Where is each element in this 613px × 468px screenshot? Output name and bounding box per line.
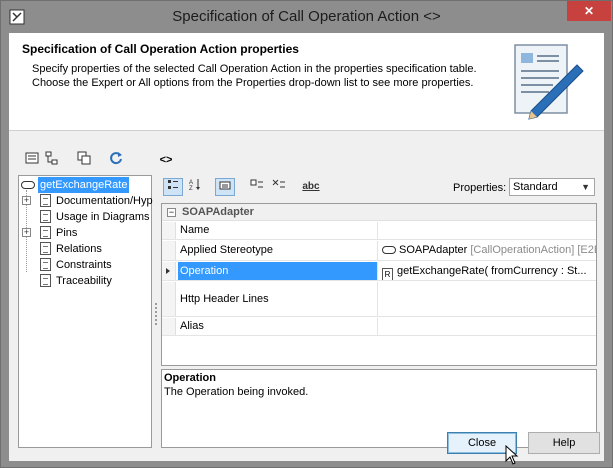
- description-text: The Operation being invoked.: [164, 386, 309, 398]
- back-forward-button[interactable]: <>: [155, 151, 177, 169]
- document-icon: [40, 210, 51, 223]
- operation-icon: R: [382, 268, 393, 280]
- spell-check-button[interactable]: abc: [301, 178, 321, 196]
- expand-all-icon[interactable]: [247, 178, 267, 196]
- tree-item-label: Usage in Diagrams: [56, 211, 150, 223]
- window-close-button[interactable]: ✕: [567, 1, 611, 21]
- header-panel: Specification of Call Operation Action p…: [9, 33, 604, 131]
- table-row[interactable]: Http Header Lines: [162, 282, 596, 317]
- property-value[interactable]: [379, 318, 596, 335]
- window-title: Specification of Call Operation Action <…: [172, 8, 441, 25]
- collapse-all-icon[interactable]: [269, 178, 289, 196]
- document-icon: [40, 194, 51, 207]
- tree-item-label: Relations: [56, 243, 102, 255]
- call-action-icon: [21, 181, 35, 189]
- specification-dialog: Specification of Call Operation Action <…: [0, 0, 613, 468]
- property-value[interactable]: [379, 222, 596, 239]
- group-label: SOAPAdapter: [182, 206, 254, 218]
- stereotype-extra: [CallOperationAction] [E2E: [467, 244, 596, 256]
- mouse-cursor-icon: [505, 445, 519, 465]
- tree-item-traceability[interactable]: Traceability: [19, 273, 151, 289]
- stereotype-name: SOAPAdapter: [399, 244, 468, 256]
- document-icon: [40, 242, 51, 255]
- property-name: Operation: [178, 262, 378, 280]
- copy-icon[interactable]: [75, 151, 93, 169]
- tree-item-relations[interactable]: Relations: [19, 241, 151, 257]
- tree-item-pins[interactable]: + Pins: [19, 225, 151, 241]
- collapse-icon[interactable]: −: [167, 208, 176, 217]
- tree-item-usage-in-diagrams[interactable]: Usage in Diagrams: [19, 209, 151, 225]
- expand-icon[interactable]: +: [22, 196, 31, 205]
- description-title: Operation: [164, 372, 216, 384]
- property-name: Applied Stereotype: [178, 241, 378, 260]
- table-row[interactable]: Alias: [162, 318, 596, 336]
- property-value[interactable]: RgetExchangeRate( fromCurrency : St...: [379, 262, 596, 280]
- tree-item-label: Traceability: [56, 275, 112, 287]
- tree-root-label: getExchangeRate: [38, 177, 130, 193]
- list-view-icon[interactable]: [23, 151, 41, 169]
- tree-item-label: Documentation/Hyp: [56, 195, 153, 207]
- table-row[interactable]: Name: [162, 222, 596, 240]
- properties-panel: AZ abc Properties: Standard ▼ − SOAPAdap…: [161, 175, 597, 448]
- header-title: Specification of Call Operation Action p…: [22, 42, 299, 56]
- properties-filter-select[interactable]: Standard ▼: [509, 178, 595, 196]
- table-row[interactable]: Applied Stereotype SOAPAdapter [CallOper…: [162, 241, 596, 261]
- document-icon: [40, 226, 51, 239]
- document-icon: [40, 258, 51, 271]
- properties-grid: − SOAPAdapter Name Applied Stereotype SO…: [161, 203, 597, 366]
- specification-tree: getExchangeRate + Documentation/Hyp Usag…: [18, 175, 153, 448]
- property-name: Name: [178, 222, 378, 239]
- title-bar[interactable]: Specification of Call Operation Action <…: [1, 1, 612, 33]
- properties-filter-value: Standard: [513, 181, 558, 193]
- tree-item-documentation[interactable]: + Documentation/Hyp: [19, 193, 153, 209]
- header-description-line2: Choose the Expert or All options from th…: [32, 77, 474, 89]
- dialog-client-area: Specification of Call Operation Action p…: [9, 33, 604, 465]
- property-value[interactable]: [379, 282, 596, 316]
- properties-filter-label: Properties:: [453, 182, 507, 194]
- tree-item-label: Constraints: [56, 259, 112, 271]
- property-name: Alias: [178, 318, 378, 335]
- description-toggle-icon[interactable]: [215, 178, 235, 196]
- panel-splitter[interactable]: [154, 301, 158, 331]
- help-button[interactable]: Help: [528, 432, 600, 454]
- categorized-view-icon[interactable]: [163, 178, 183, 196]
- tree-item-constraints[interactable]: Constraints: [19, 257, 151, 273]
- property-name: Http Header Lines: [178, 282, 378, 316]
- tree-item-label: Pins: [56, 227, 78, 239]
- current-row-indicator-icon: [166, 268, 170, 274]
- operation-value: getExchangeRate( fromCurrency : St...: [397, 265, 587, 277]
- group-row[interactable]: − SOAPAdapter: [162, 204, 596, 221]
- properties-toolbar: AZ abc Properties: Standard ▼: [161, 175, 597, 199]
- property-value[interactable]: SOAPAdapter [CallOperationAction] [E2E: [379, 241, 596, 260]
- header-description-line1: Specify properties of the selected Call …: [32, 63, 477, 75]
- stereotype-icon: [382, 246, 396, 254]
- chevron-down-icon: ▼: [581, 182, 590, 192]
- table-row-selected[interactable]: Operation RgetExchangeRate( fromCurrency…: [162, 262, 596, 281]
- svg-text:Z: Z: [189, 186, 193, 190]
- tree-root-item[interactable]: getExchangeRate: [19, 177, 149, 193]
- document-pencil-illustration-icon: [514, 44, 584, 120]
- sort-alphabetical-icon[interactable]: AZ: [185, 178, 205, 196]
- tree-view-icon[interactable]: [43, 151, 61, 169]
- document-icon: [40, 274, 51, 287]
- refresh-icon[interactable]: [107, 151, 125, 169]
- expand-icon[interactable]: +: [22, 228, 31, 237]
